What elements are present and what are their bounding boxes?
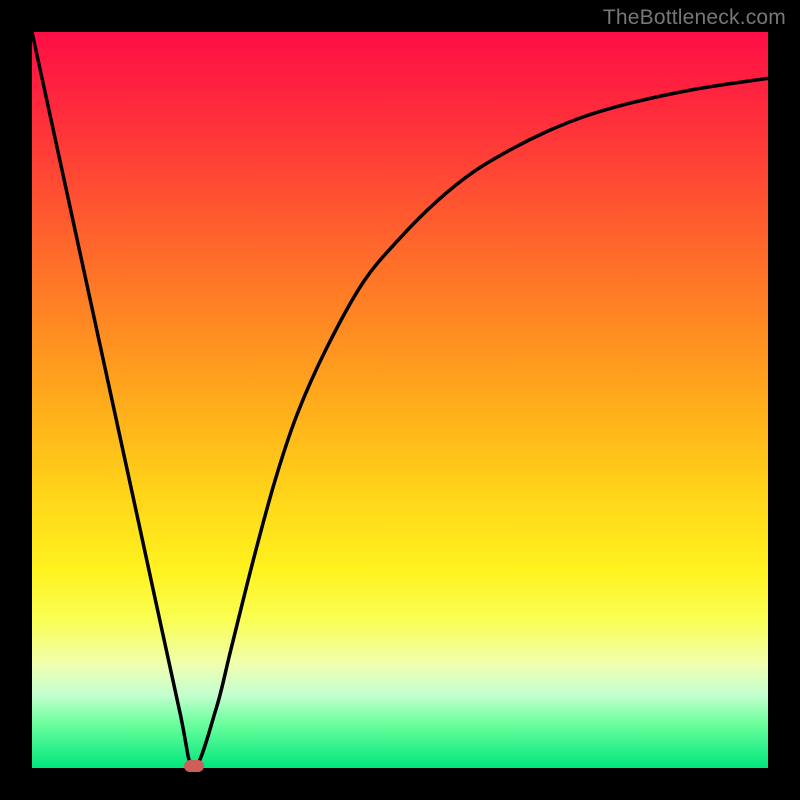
chart-plot-area: [32, 32, 768, 768]
min-point-marker: [184, 760, 204, 772]
chart-frame: TheBottleneck.com: [0, 0, 800, 800]
bottleneck-curve: [32, 32, 768, 768]
watermark-text: TheBottleneck.com: [603, 6, 786, 30]
